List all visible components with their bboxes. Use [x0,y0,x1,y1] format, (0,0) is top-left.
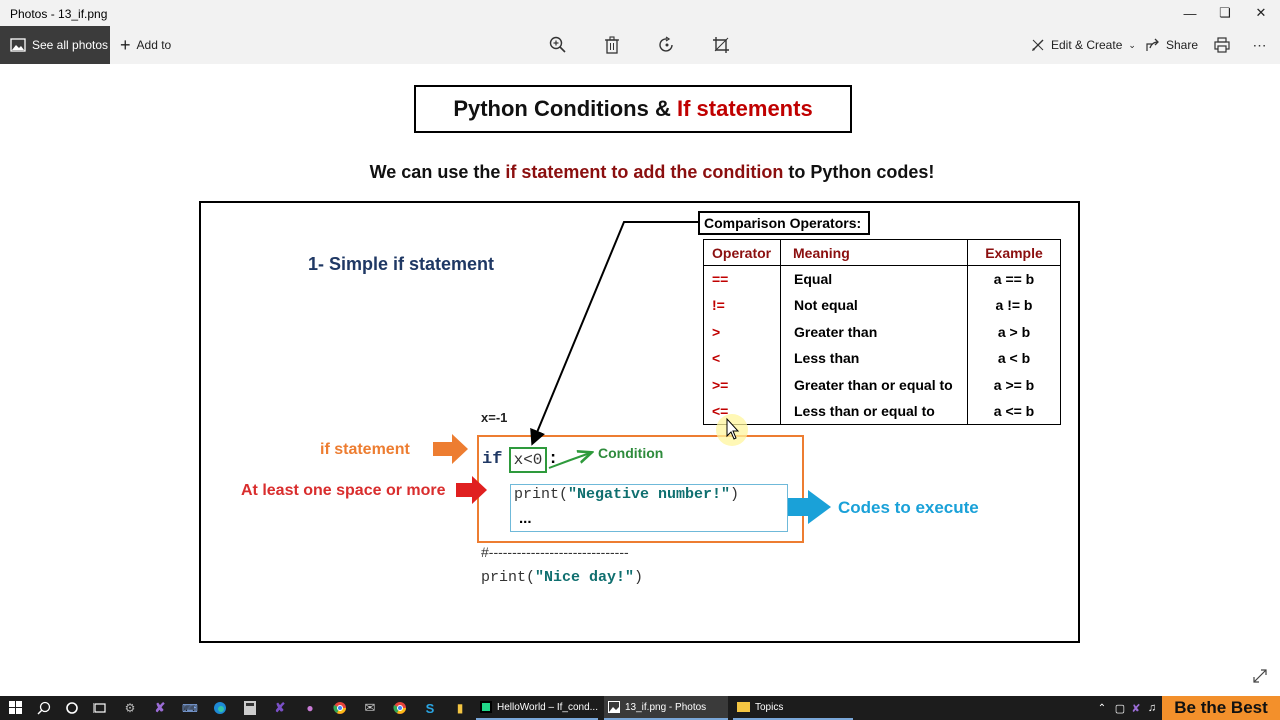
cortana-icon[interactable] [64,700,80,716]
chevron-up-icon[interactable]: ⌃ [1094,700,1110,716]
calculator-icon[interactable] [242,700,258,716]
folder-icon [737,702,750,712]
condition-arrow [548,453,590,469]
delete-icon[interactable] [602,35,622,55]
zoom-in-icon[interactable] [548,35,568,55]
chrome-profile-icon[interactable] [392,700,408,716]
title-bar: Photos - 13_if.png — ❏ ✕ [0,0,1280,26]
arrows-overlay [433,221,831,524]
toolbar: See all photos + Add to Edit & Create ⌄ … [0,26,1280,64]
pointer-arrow [530,221,698,446]
taskbar-app-pycharm[interactable]: HelloWorld – If_cond... [476,696,598,720]
restore-icon[interactable]: ❏ [1207,0,1243,26]
close-icon[interactable]: ✕ [1243,0,1279,26]
visual-studio-purple-icon[interactable]: ✘ [272,700,288,716]
crop-icon[interactable] [711,35,731,55]
windows-start-icon[interactable] [8,700,24,716]
visual-studio-tray-icon[interactable]: ✘ [1128,700,1144,716]
codes-arrow [788,490,831,524]
task-view-icon[interactable] [92,700,108,716]
taskbar-app-topics[interactable]: Topics [733,696,853,720]
see-all-photos-button[interactable]: See all photos [0,26,110,64]
skype-icon[interactable]: S [422,700,438,716]
settings-gear-icon[interactable]: ⚙ [122,700,138,716]
app-icon[interactable]: ● [302,700,318,716]
more-icon[interactable]: ⋯ [1250,35,1270,55]
photo-viewer: Python Conditions & If statements We can… [0,64,1280,696]
taskbar-app-label: 13_if.png - Photos [625,701,707,713]
taskbar-app-photos[interactable]: 13_if.png - Photos [604,696,728,720]
space-arrow [456,476,487,504]
expand-icon[interactable] [1252,668,1268,684]
file-explorer-icon[interactable]: ▮ [452,700,468,716]
photos-icon [10,38,26,52]
see-all-label: See all photos [32,38,109,52]
if-statement-arrow [433,434,468,464]
edit-create-label: Edit & Create [1051,38,1123,52]
share-label: Share [1166,38,1199,52]
print-icon[interactable] [1212,35,1232,55]
brand-banner: Be the Best [1162,696,1280,720]
edit-icon [1032,39,1044,51]
taskbar-app-label: HelloWorld – If_cond... [497,701,598,713]
rotate-icon[interactable] [657,35,677,55]
search-icon[interactable] [36,700,52,716]
photos-icon [608,701,620,713]
pycharm-icon [480,701,492,713]
email-icon[interactable]: ✉ [362,700,378,716]
share-button[interactable]: Share [1146,26,1198,64]
add-to-label: Add to [136,38,172,52]
taskbar-app-label: Topics [755,701,784,713]
plus-icon: + [120,35,131,55]
edge-icon[interactable] [212,700,228,716]
share-icon [1146,38,1159,51]
add-to-button[interactable]: + Add to [120,26,171,64]
window-title: Photos - 13_if.png [10,7,108,21]
keyboard-icon[interactable]: ⌨ [182,700,198,716]
network-icon[interactable]: ▢ [1112,700,1128,716]
chrome-icon[interactable] [332,700,348,716]
visual-studio-icon[interactable]: ✘ [152,700,168,716]
volume-icon[interactable]: ♫ [1144,700,1160,716]
edit-create-button[interactable]: Edit & Create ⌄ [1031,26,1136,64]
taskbar: ⚙ ✘ ⌨ ✘ ● ✉ S ▮ HelloWorld – If_cond... … [0,696,1280,720]
minimize-icon[interactable]: — [1172,0,1208,26]
chevron-down-icon: ⌄ [1128,39,1136,50]
